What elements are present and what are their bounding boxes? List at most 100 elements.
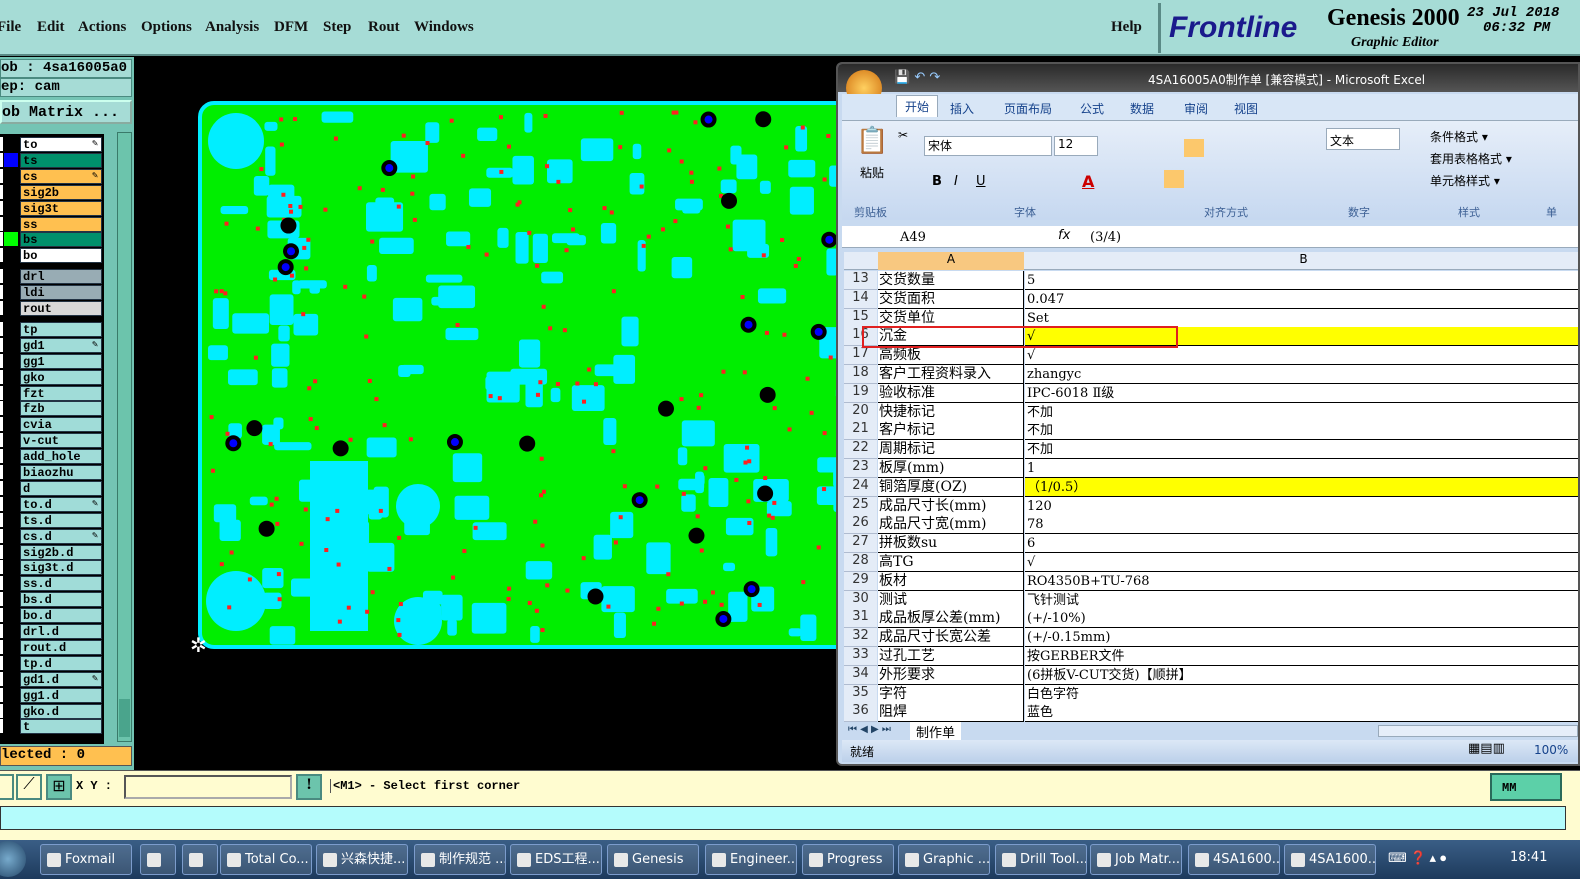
cell-a[interactable]: 测试 [878,590,1024,610]
cell-b[interactable]: 不加 [1025,421,1578,441]
cell-a[interactable]: 字符 [878,684,1024,704]
menu-windows[interactable]: Windows [414,19,474,36]
tool-button[interactable] [0,774,14,800]
format-table-button[interactable]: 套用表格格式 ▾ [1430,150,1512,167]
ribbon-tab[interactable]: 插入 [950,100,974,117]
layer-cs[interactable]: cs ✎ [20,168,102,184]
layer-scrollbar[interactable] [117,132,132,742]
cell-b[interactable]: (+/-0.15mm) [1025,628,1578,648]
layer-checkbox[interactable] [0,184,3,199]
cell-b[interactable]: (6拼板V-CUT交货)【顺拼】 [1025,665,1578,685]
zoom-level[interactable]: 100% [1534,743,1568,757]
ribbon-tab[interactable]: 数据 [1130,100,1154,117]
cell-a[interactable]: 过孔工艺 [878,647,1024,666]
cell-b[interactable]: 78 [1025,515,1578,535]
cell-a[interactable]: 验收标准 [878,383,1024,403]
layer-checkbox[interactable] [0,528,3,543]
layer-gko[interactable]: gko [20,369,102,385]
layer-checkbox[interactable] [0,216,3,231]
taskbar-item[interactable]: Drill Tool... [995,844,1087,875]
row-number[interactable]: 19 [844,383,877,403]
menu-step[interactable]: Step [323,19,351,36]
taskbar-item[interactable]: 4SA1600... [1284,844,1376,875]
taskbar-item[interactable]: 兴森快捷... [316,844,408,875]
layer-checkbox[interactable] [0,703,3,718]
menu-dfm[interactable]: DFM [274,19,308,36]
layer-ts.d[interactable]: ts.d [20,512,102,528]
cell-a[interactable]: 成品板厚公差(mm) [878,609,1024,629]
ribbon-tab[interactable]: 公式 [1080,100,1104,117]
layer-checkbox[interactable] [0,269,3,284]
ribbon-tab[interactable]: 视图 [1234,100,1258,117]
layer-gg1.d[interactable]: gg1.d [20,687,102,703]
column-header-a[interactable]: A [878,252,1024,270]
layer-checkbox[interactable] [0,200,3,215]
cell-a[interactable]: 周期标记 [878,440,1024,460]
layer-tp[interactable]: tp [20,321,102,337]
cell-a[interactable]: 客户标记 [878,421,1024,441]
cell-b[interactable]: 5 [1025,271,1578,290]
cell-b[interactable]: （1/0.5） [1025,477,1578,497]
layer-ss.d[interactable]: ss.d [20,576,102,592]
layer-d[interactable]: d [20,480,102,496]
cell-a[interactable]: 快捷标记 [878,402,1024,422]
paste-icon[interactable]: 📋 [856,126,888,156]
cell-b[interactable]: 蓝色 [1025,703,1578,723]
layer-biaozhu[interactable]: biaozhu [20,465,102,480]
row-number[interactable]: 33 [844,647,877,666]
layer-checkbox[interactable] [0,719,3,734]
cell-b[interactable]: 0.047 [1025,289,1578,309]
row-number[interactable]: 29 [844,571,877,591]
taskbar-item[interactable]: Graphic ... [898,844,990,875]
quick-access-save-icon[interactable]: 💾 ↶ ↷ [894,70,940,85]
layer-fzt[interactable]: fzt [20,385,102,401]
layer-drl[interactable]: drl [20,269,102,285]
layer-tp.d[interactable]: tp.d [20,655,102,671]
layer-to[interactable]: to ✎ [20,137,102,152]
cell-a[interactable]: 阻焊 [878,703,1024,723]
layer-sig2b[interactable]: sig2b [20,184,102,200]
italic-button[interactable]: I [954,174,958,189]
taskbar-item[interactable]: Genesis [607,844,699,875]
layer-cs.d[interactable]: cs.d ✎ [20,528,102,544]
paste-button[interactable]: 粘贴 [860,164,884,181]
cell-b[interactable]: √ [1025,553,1578,572]
layer-checkbox[interactable] [0,671,3,686]
layer-cvia[interactable]: cvia [20,417,102,433]
taskbar-item[interactable]: Foxmail [40,844,132,875]
ribbon-tab[interactable]: 页面布局 [1004,100,1052,117]
cell-b[interactable]: RO4350B+TU-768 [1025,571,1578,591]
cell-b[interactable]: 6 [1025,534,1578,554]
layer-gko.d[interactable]: gko.d [20,703,102,719]
underline-button[interactable]: U [976,174,986,189]
layer-bo[interactable]: bo [20,248,102,264]
row-number[interactable]: 32 [844,628,877,648]
cell-a[interactable]: 铜箔厚度(OZ) [878,477,1024,497]
layer-checkbox[interactable] [0,152,3,167]
layer-checkbox[interactable] [0,592,3,607]
taskbar-item[interactable]: 4SA1600... [1188,844,1280,875]
row-number[interactable]: 15 [844,308,877,328]
layer-sig2b.d[interactable]: sig2b.d [20,544,102,560]
row-number[interactable]: 13 [844,271,877,290]
menu-help[interactable]: Help [1111,19,1142,36]
layer-checkbox[interactable] [0,576,3,591]
menu-options[interactable]: Options [141,19,192,36]
cell-a[interactable]: 拼板数su [878,534,1024,554]
menu-rout[interactable]: Rout [368,19,400,36]
layer-bs[interactable]: bs [20,232,102,248]
cell-styles-button[interactable]: 单元格样式 ▾ [1430,172,1500,189]
layer-checkbox[interactable] [0,137,3,151]
layer-checkbox[interactable] [0,624,3,638]
cell-b[interactable]: 1 [1025,459,1578,478]
taskbar-item[interactable]: Job Matr... [1090,844,1182,875]
layer-checkbox[interactable] [0,385,3,400]
taskbar-item[interactable]: Engineer... [705,844,797,875]
layer-drl.d[interactable]: drl.d [20,624,102,639]
row-number[interactable]: 35 [844,684,877,704]
taskbar-item[interactable] [182,844,218,875]
layer-bo.d[interactable]: bo.d [20,608,102,624]
layer-checkbox[interactable] [0,321,3,336]
row-number[interactable]: 17 [844,346,877,366]
ribbon-tab[interactable]: 审阅 [1184,100,1208,117]
